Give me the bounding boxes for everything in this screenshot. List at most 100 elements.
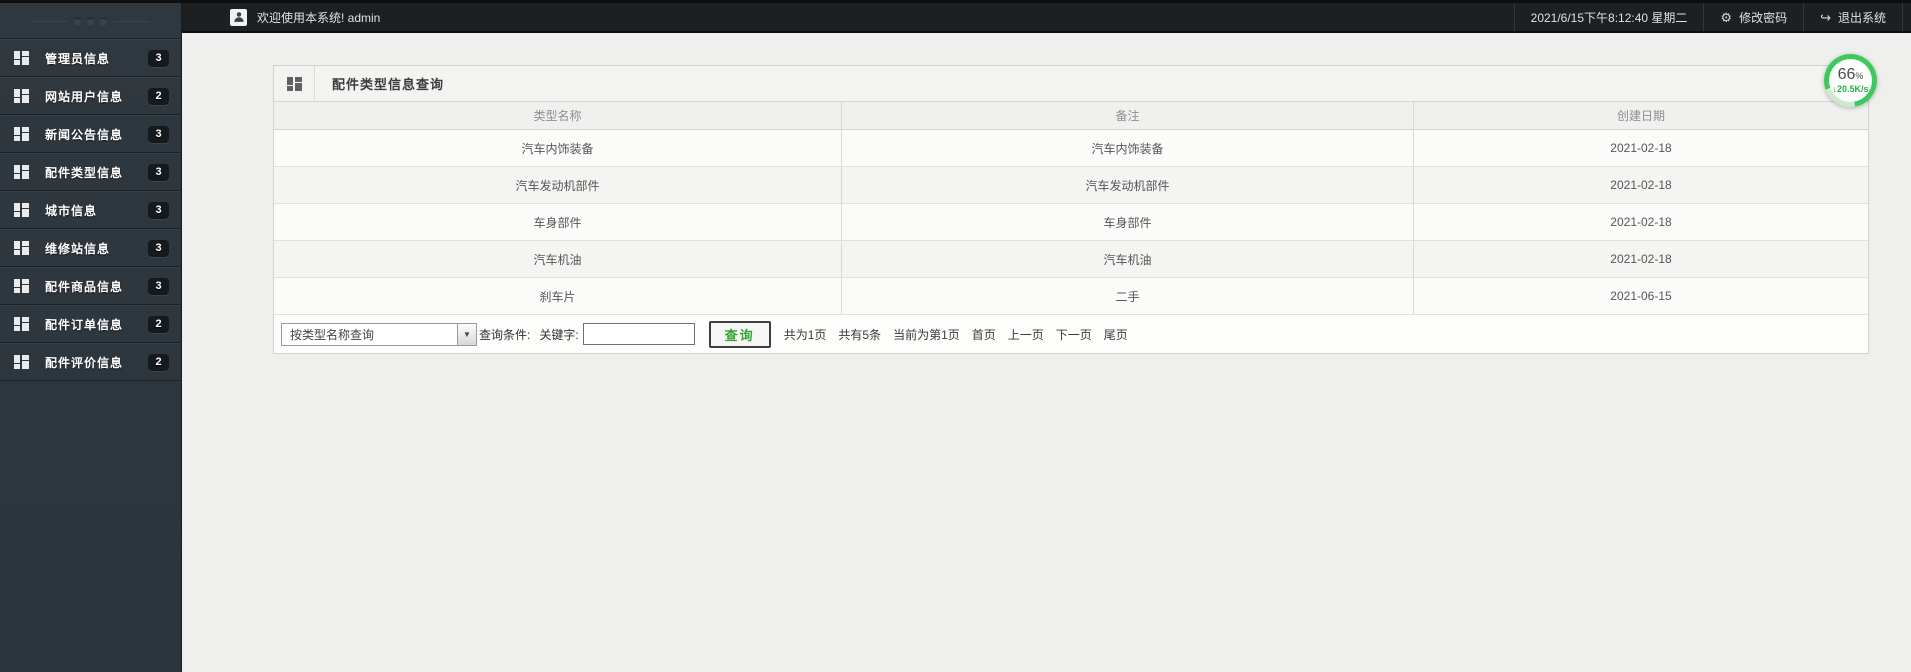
cell-note: 汽车发动机部件 [841,167,1414,203]
cell-note: 汽车内饰装备 [841,130,1414,166]
count-badge: 3 [148,201,169,219]
sidebar-item-label: 配件订单信息 [45,317,124,332]
handle-line [32,21,68,22]
query-type-dropdown[interactable]: 按类型名称查询 ▼ [281,322,477,346]
grid-icon [14,203,29,217]
next-page-link[interactable]: 下一页 [1056,326,1092,343]
table-row: 刹车片 二手 2021-06-15 [274,278,1868,315]
sidebar-item-label: 维修站信息 [45,241,111,256]
table-body: 汽车内饰装备 汽车内饰装备 2021-02-18 汽车发动机部件 汽车发动机部件… [274,130,1868,315]
percent-sign: % [1855,71,1864,81]
count-badge: 3 [148,163,169,181]
logout-button[interactable]: ↪ 退出系统 [1803,3,1902,31]
sidebar-item-part-types[interactable]: 配件类型信息 3 [0,153,181,191]
sidebar-item-news[interactable]: 新闻公告信息 3 [0,115,181,153]
grid-icon [14,279,29,293]
cell-create-date: 2021-02-18 [1610,252,1672,266]
first-page-link[interactable]: 首页 [972,326,996,343]
change-password-label: 修改密码 [1739,10,1788,25]
cell-note: 二手 [841,278,1414,314]
sidebar-item-admin-info[interactable]: 管理员信息 3 [0,39,181,77]
topbar-actions: 2021/6/15下午8:12:40 星期二 ⚙ 修改密码 ↪ 退出系统 [1513,3,1911,31]
cell-type-name: 车身部件 [533,215,582,230]
count-badge: 2 [148,353,169,371]
last-page-link[interactable]: 尾页 [1104,326,1128,343]
count-badge: 3 [148,49,169,67]
pagination: 共为1页 共有5条 当前为第1页 首页 上一页 下一页 尾页 [784,326,1128,343]
datetime-display: 2021/6/15下午8:12:40 星期二 [1513,3,1704,31]
count-badge: 2 [148,87,169,105]
search-button[interactable]: 查询 [708,320,771,348]
top-strip [0,0,1911,3]
sidebar-item-site-users[interactable]: 网站用户信息 2 [0,77,181,115]
cell-create-date: 2021-02-18 [1610,178,1672,192]
cell-type-name: 汽车内饰装备 [521,141,594,156]
cell-type-name: 汽车机油 [533,252,582,267]
gear-icon: ⚙ [1720,9,1733,25]
sidebar-collapse-handle[interactable] [0,5,181,38]
cell-type-name: 刹车片 [539,289,576,304]
sidebar-item-label: 城市信息 [45,203,98,218]
cell-create-date: 2021-02-18 [1610,215,1672,229]
count-badge: 3 [148,277,169,295]
total-pages-text: 共为1页 [783,327,827,342]
topbar-welcome-area: 欢迎使用本系统! admin [182,3,1514,31]
progress-badge-inner: 66% ↓20.5K/s [1829,59,1872,102]
part-type-query-panel: 配件类型信息查询 类型名称 备注 创建日期 汽车内饰装备 汽车内饰装备 2021… [273,65,1869,354]
grid-icon [14,165,29,179]
table-header-row: 类型名称 备注 创建日期 [274,102,1868,130]
count-badge: 3 [148,239,169,257]
handle-dot [100,18,107,25]
handle-dot [87,18,94,25]
progress-percent: 66% [1837,66,1864,83]
cell-create-date: 2021-02-18 [1610,141,1672,155]
sidebar-item-label: 配件商品信息 [45,279,124,294]
topbar: 欢迎使用本系统! admin 2021/6/15下午8:12:40 星期二 ⚙ … [182,3,1911,33]
dropdown-selected-value: 按类型名称查询 [290,327,375,342]
cell-note: 车身部件 [841,204,1414,240]
change-password-button[interactable]: ⚙ 修改密码 [1703,3,1803,31]
keyword-input[interactable] [582,323,695,345]
sidebar-item-repair-stations[interactable]: 维修站信息 3 [0,229,181,267]
panel-title: 配件类型信息查询 [332,77,445,92]
prev-page-link[interactable]: 上一页 [1008,326,1044,343]
sidebar-item-part-products[interactable]: 配件商品信息 3 [0,267,181,305]
logout-label: 退出系统 [1837,10,1886,25]
handle-dot [74,18,81,25]
sidebar-menu: 管理员信息 3 网站用户信息 2 新闻公告信息 3 配件类型信息 3 城市信息 … [0,38,181,381]
cell-type-name: 汽车发动机部件 [515,178,600,193]
sidebar-item-label: 配件评价信息 [45,355,124,370]
sidebar: 管理员信息 3 网站用户信息 2 新闻公告信息 3 配件类型信息 3 城市信息 … [0,0,182,672]
download-progress-badge[interactable]: 66% ↓20.5K/s [1824,54,1877,107]
table-row: 汽车机油 汽车机油 2021-02-18 [274,241,1868,278]
sidebar-item-part-orders[interactable]: 配件订单信息 2 [0,305,181,343]
query-condition-label: 查询条件: [479,327,531,342]
sidebar-item-label: 管理员信息 [45,51,111,66]
grid-icon [14,89,29,103]
cell-create-date: 2021-06-15 [1610,289,1672,303]
welcome-text: 欢迎使用本系统! admin [257,10,381,25]
user-icon [230,8,247,26]
count-badge: 3 [148,125,169,143]
datetime-text: 2021/6/15下午8:12:40 星期二 [1530,10,1688,25]
chevron-down-icon[interactable]: ▼ [457,323,476,345]
column-header-note: 备注 [841,102,1414,129]
topbar-spacer [1902,3,1911,31]
logout-arrow-icon: ↪ [1820,9,1831,25]
table-row: 汽车内饰装备 汽车内饰装备 2021-02-18 [274,130,1868,167]
sidebar-item-cities[interactable]: 城市信息 3 [0,191,181,229]
grid-icon [14,355,29,369]
sidebar-item-label: 网站用户信息 [45,89,124,104]
handle-line [113,21,149,22]
table-row: 汽车发动机部件 汽车发动机部件 2021-02-18 [274,167,1868,204]
grid-icon [14,317,29,331]
grid-icon [14,127,29,141]
count-badge: 2 [148,315,169,333]
sidebar-item-label: 配件类型信息 [45,165,124,180]
sidebar-item-part-reviews[interactable]: 配件评价信息 2 [0,343,181,381]
table-row: 车身部件 车身部件 2021-02-18 [274,204,1868,241]
column-header-create-date: 创建日期 [1616,109,1665,123]
panel-header: 配件类型信息查询 [274,66,1868,102]
column-header-type-name: 类型名称 [533,109,582,123]
total-records-text: 共有5条 [838,327,882,342]
